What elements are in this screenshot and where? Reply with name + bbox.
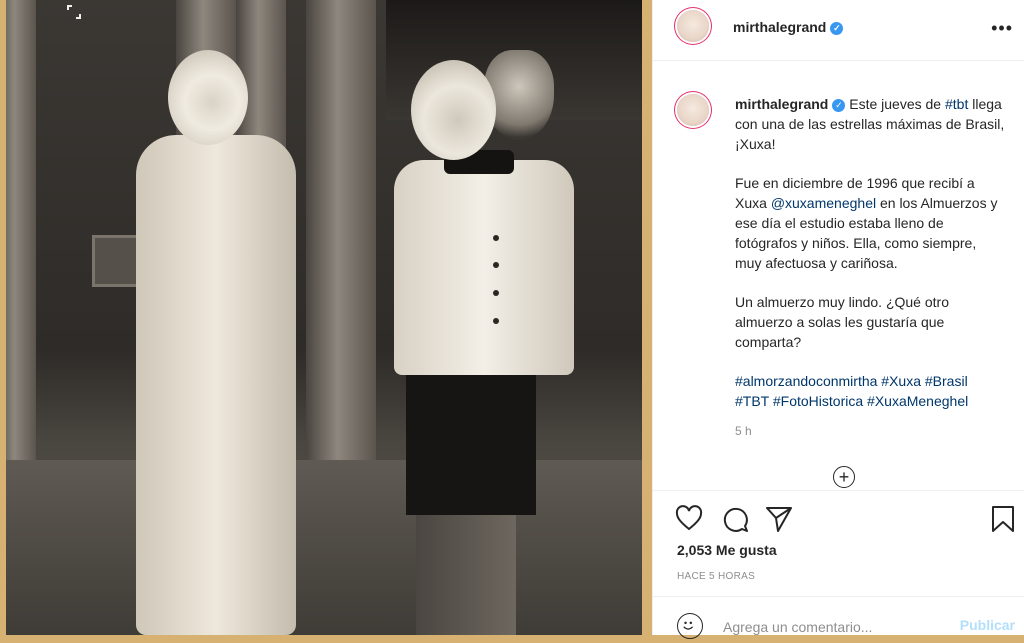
verified-badge-icon: ✓ [830,21,844,35]
caption-paragraph-1: mirthalegrand ✓ Este jueves de #tbt llega… [735,94,1005,154]
comment-icon[interactable] [721,505,749,533]
photo-person-right-head [411,60,496,160]
post-caption: mirthalegrand ✓ Este jueves de #tbt llega… [735,94,1005,430]
caption-paragraph-2: Fue en diciembre de 1996 que recibí a Xu… [735,173,1005,273]
photo-jacket-button [493,235,499,241]
hashtag-tbt[interactable]: #tbt [945,96,968,112]
caption-username[interactable]: mirthalegrand [735,96,828,112]
photo-wall-picture [92,235,142,287]
caption-avatar[interactable] [677,94,709,126]
avatar[interactable] [677,10,709,42]
post-image-frame [0,0,652,635]
photo-jacket-button [493,318,499,324]
more-options-icon[interactable]: ••• [991,18,1013,39]
photo-person-left-head [168,50,248,145]
expand-icon[interactable] [66,4,82,20]
hashtag[interactable]: #Xuxa [881,373,921,389]
post-timestamp: HACE 5 HORAS [677,571,756,582]
like-count[interactable]: 2,053 Me gusta [677,542,777,558]
header-username[interactable]: mirthalegrand ✓ [733,19,844,35]
photo-jacket-button [493,262,499,268]
post-side-panel: mirthalegrand ✓ ••• mirthalegrand ✓ Este j… [652,0,1024,643]
hashtag[interactable]: #FotoHistorica [773,393,863,409]
heart-icon[interactable] [675,505,703,533]
photo-person-right-skirt [406,370,536,515]
publish-button[interactable]: Publicar [960,617,1015,633]
photo-person-left [136,135,296,635]
hashtag[interactable]: #Brasil [925,373,968,389]
photo-person-right-legs [416,510,516,635]
post-header: mirthalegrand ✓ ••• [653,0,1024,61]
hashtag[interactable]: #almorzandoconmirtha [735,373,877,389]
paper-plane-icon[interactable] [765,505,793,533]
photo-column [306,0,376,480]
hashtag[interactable]: #XuxaMeneghel [867,393,968,409]
post-photo[interactable] [6,0,642,635]
photo-jacket-button [493,290,499,296]
comment-bar: Publicar [653,596,1024,643]
plus-circle-icon[interactable]: + [833,466,855,488]
caption-hashtags: #almorzandoconmirtha #Xuxa #Brasil #TBT … [735,371,1005,411]
hashtag[interactable]: #TBT [735,393,769,409]
header-username-text[interactable]: mirthalegrand [733,19,826,35]
caption-time-ago[interactable]: 5 h [735,424,752,438]
caption-paragraph-3: Un almuerzo muy lindo. ¿Qué otro almuerz… [735,294,949,350]
verified-badge-icon: ✓ [832,98,846,112]
photo-person-right-jacket [394,160,574,375]
photo-chandelier [484,50,554,140]
emoji-face-icon [683,621,694,630]
comment-input[interactable] [721,611,945,643]
caption-intro: Este jueves de [849,96,945,112]
bookmark-icon[interactable] [989,505,1017,533]
photo-column [6,0,36,470]
mention-xuxameneghel[interactable]: @xuxameneghel [771,195,876,211]
emoji-icon[interactable] [677,613,703,639]
photo-floor [6,460,642,635]
